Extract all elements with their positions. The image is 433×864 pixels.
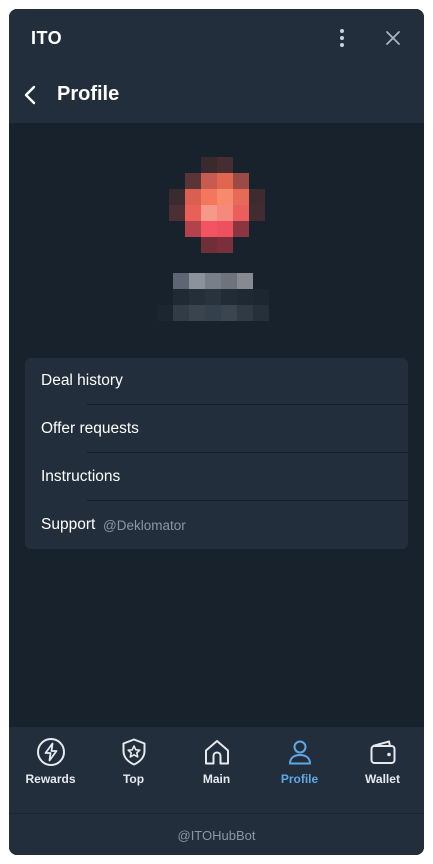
mini-app-window: ITO Profile Deal history Offer requests … [9, 9, 424, 855]
back-button[interactable] [17, 81, 45, 109]
lightning-icon [37, 738, 65, 766]
menu-item-offer-requests[interactable]: Offer requests [25, 406, 408, 453]
menu-item-label: Deal history [41, 372, 123, 389]
user-handle-blurred [157, 289, 269, 321]
avatar [169, 157, 265, 253]
tab-label: Rewards [25, 772, 76, 786]
tab-label: Wallet [365, 772, 400, 786]
star-badge-icon [122, 738, 146, 766]
support-handle: @Deklomator [103, 518, 186, 533]
tab-label: Top [122, 772, 145, 786]
menu-item-label: Instructions [41, 468, 121, 485]
bot-footer: @ITOHubBot [9, 813, 424, 855]
tab-label: Main [202, 772, 231, 786]
tab-main[interactable]: Main [175, 727, 258, 813]
menu-item-instructions[interactable]: Instructions [25, 454, 408, 501]
divider [87, 404, 408, 405]
divider [87, 452, 408, 453]
bottom-tab-bar: Rewards Top Main Profile Wallet [9, 727, 424, 813]
page-header: Profile [9, 67, 424, 123]
tab-profile[interactable]: Profile [258, 727, 341, 813]
menu-item-support[interactable]: Support @Deklomator [25, 502, 408, 549]
tab-wallet[interactable]: Wallet [341, 727, 424, 813]
app-title: ITO [31, 28, 63, 48]
bot-name: @ITOHubBot [177, 828, 256, 843]
close-icon[interactable] [383, 28, 403, 48]
home-icon [205, 740, 229, 765]
tab-label: Profile [280, 772, 319, 786]
menu-item-label: Support [41, 516, 96, 533]
person-icon [289, 740, 311, 765]
title-bar: ITO [9, 9, 424, 67]
chevron-left-icon [24, 85, 36, 105]
tab-top[interactable]: Top [92, 727, 175, 813]
username-blurred [173, 273, 253, 289]
divider [87, 500, 408, 501]
tab-rewards[interactable]: Rewards [9, 727, 92, 813]
page-title: Profile [57, 83, 120, 105]
wallet-icon [370, 740, 396, 764]
profile-menu: Deal history Offer requests Instructions… [25, 358, 408, 549]
menu-item-deal-history[interactable]: Deal history [25, 358, 408, 405]
profile-content: Deal history Offer requests Instructions… [9, 123, 424, 727]
menu-item-label: Offer requests [41, 420, 139, 437]
more-options-icon[interactable] [335, 28, 349, 48]
